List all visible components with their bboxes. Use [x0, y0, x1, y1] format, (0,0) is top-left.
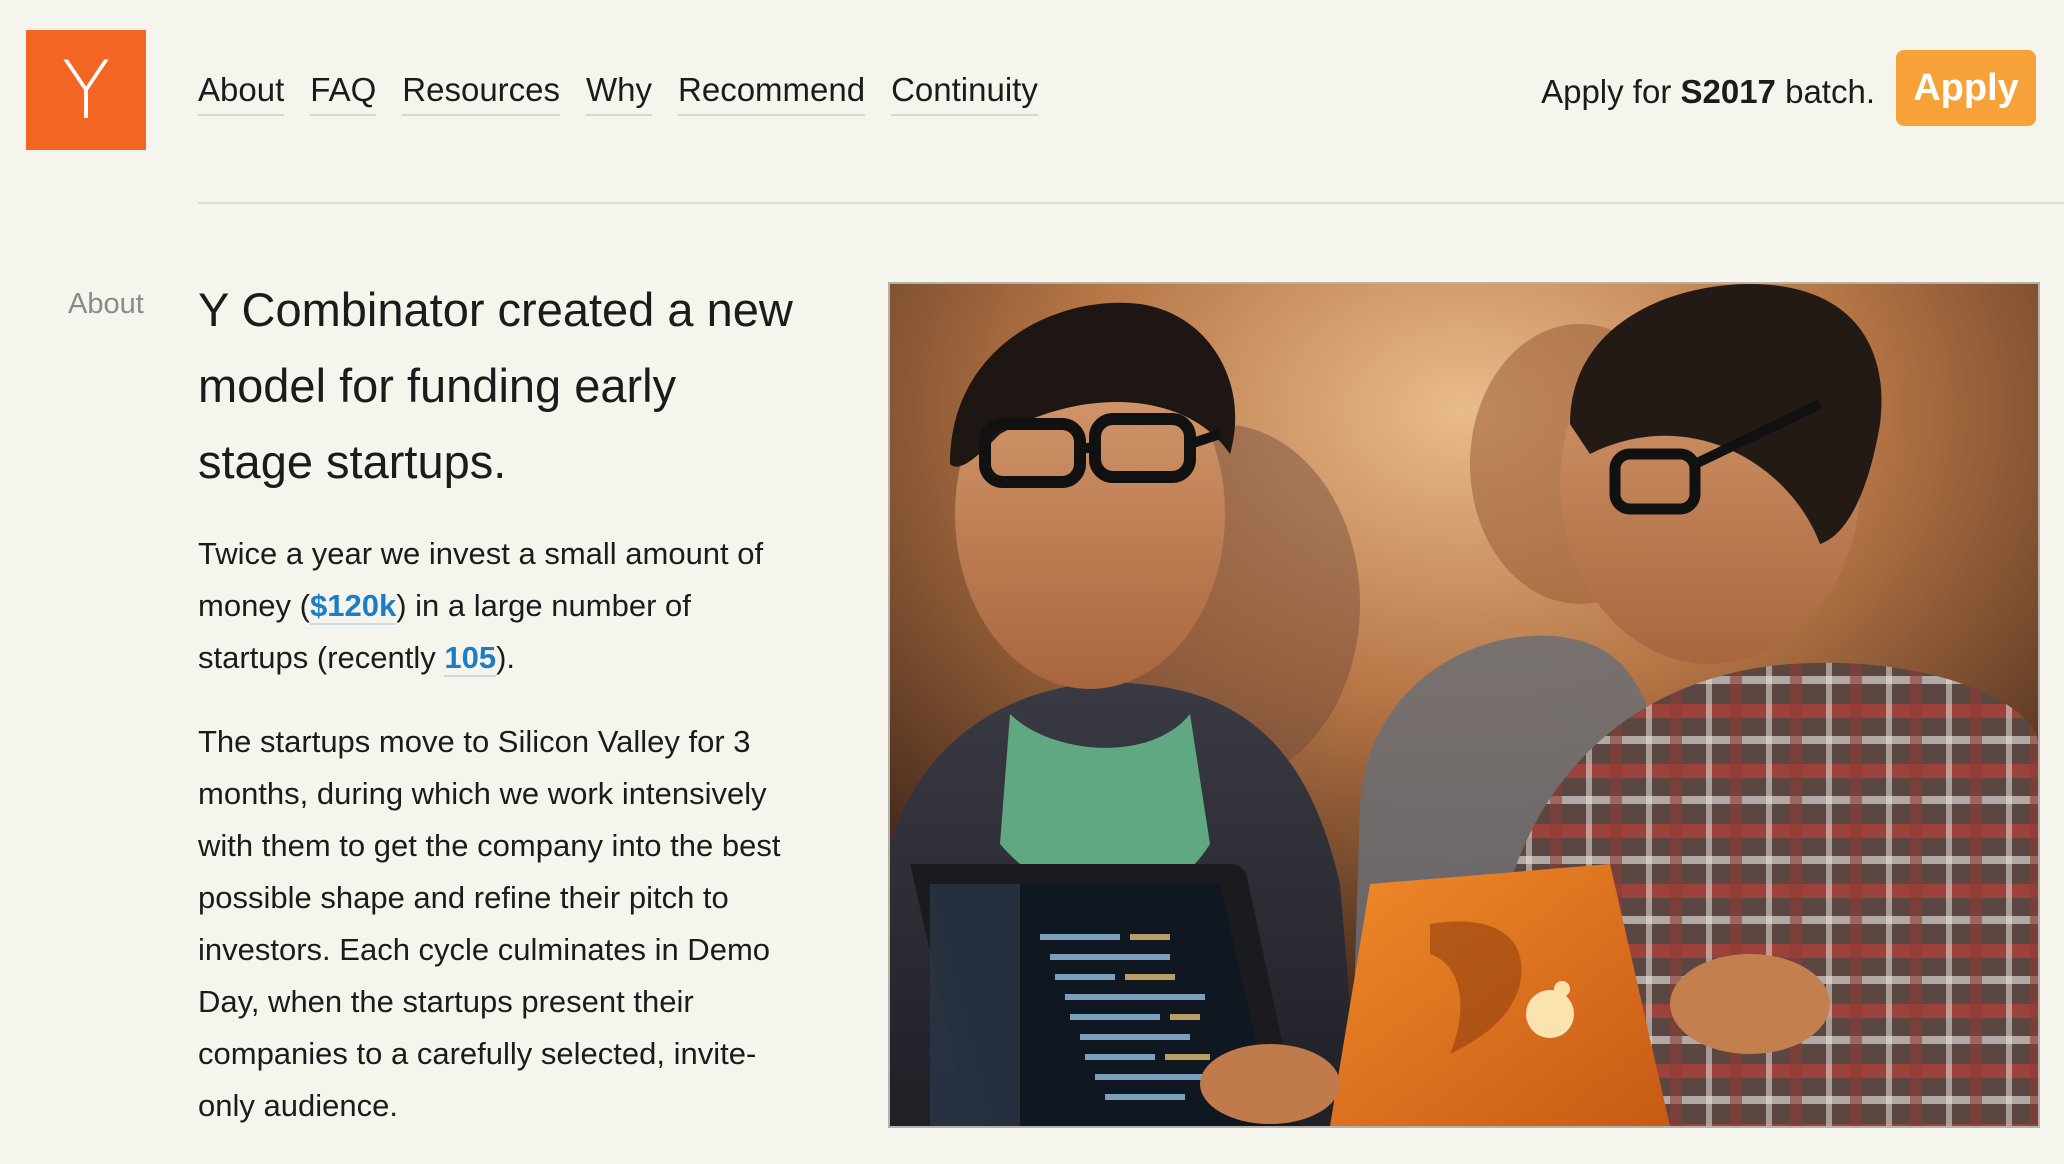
- nav-item-about[interactable]: About: [198, 68, 285, 116]
- apply-batch-name: S2017: [1680, 73, 1776, 110]
- startup-count-link[interactable]: 105: [444, 640, 497, 677]
- header-divider: [198, 202, 2064, 204]
- intro-paragraph: Twice a year we invest a small amount of…: [198, 528, 798, 684]
- apply-suffix: batch.: [1775, 73, 1875, 110]
- nav-item-faq[interactable]: FAQ: [310, 68, 377, 116]
- founders-photo: [888, 282, 2040, 1128]
- main-nav: About FAQ Resources Why Recommend Contin…: [198, 68, 1038, 116]
- apply-button[interactable]: Apply: [1896, 50, 2036, 126]
- yc-logo[interactable]: Y: [26, 30, 146, 150]
- program-paragraph: The startups move to Silicon Valley for …: [198, 724, 781, 1123]
- section-label: About: [68, 288, 144, 320]
- nav-item-recommend[interactable]: Recommend: [678, 68, 866, 116]
- page-headline: Y Combinator created a new model for fun…: [198, 283, 793, 488]
- nav-item-why[interactable]: Why: [586, 68, 653, 116]
- nav-item-resources[interactable]: Resources: [402, 68, 561, 116]
- apply-prefix: Apply for: [1541, 73, 1681, 110]
- investment-amount-link[interactable]: $120k: [309, 588, 397, 625]
- apply-batch-text: Apply for S2017 batch.: [1541, 70, 1875, 114]
- about-content: Y Combinator created a new model for fun…: [198, 272, 798, 1164]
- nav-item-continuity[interactable]: Continuity: [891, 68, 1038, 116]
- logo-letter: Y: [61, 43, 111, 137]
- para1-text-3: ).: [496, 640, 516, 675]
- founders-photo-illustration: [890, 284, 2038, 1126]
